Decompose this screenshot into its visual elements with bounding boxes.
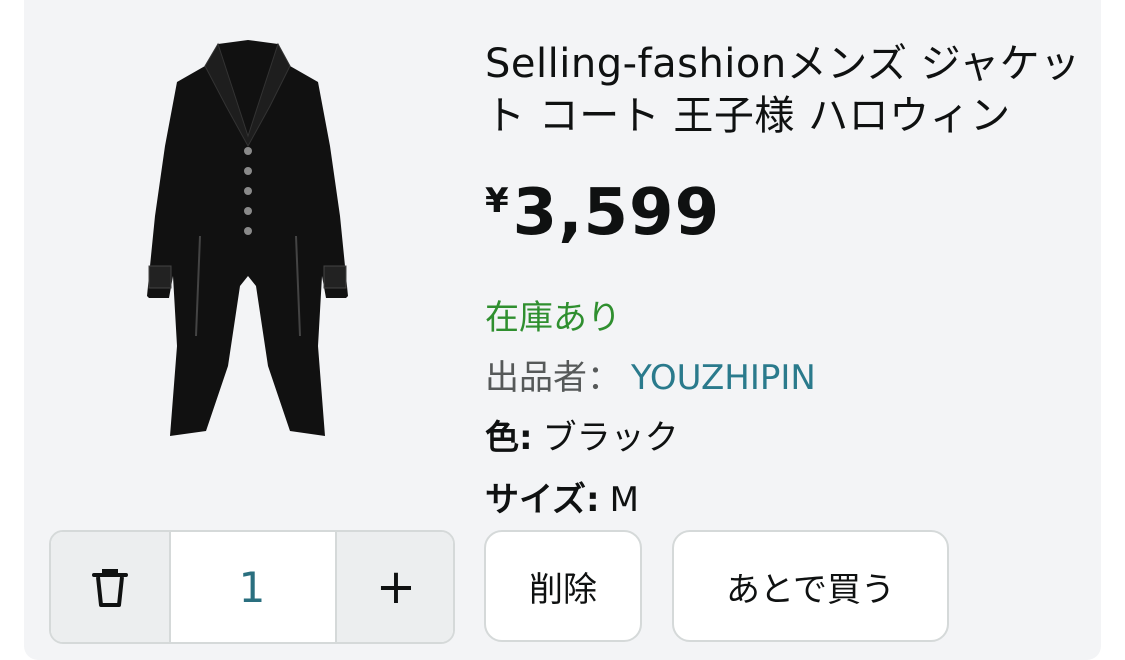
size-label: サイズ: bbox=[485, 480, 600, 520]
delete-button[interactable]: 削除 bbox=[484, 530, 642, 642]
delete-quantity-button[interactable] bbox=[51, 532, 171, 642]
quantity-value[interactable]: 1 bbox=[171, 532, 333, 642]
increase-quantity-button[interactable]: + bbox=[335, 532, 453, 642]
price-amount: 3,599 bbox=[512, 176, 721, 250]
color-attribute: 色: ブラック bbox=[485, 410, 679, 459]
seller-info: 出品者： YOUZHIPIN bbox=[485, 350, 816, 399]
color-value: ブラック bbox=[542, 418, 679, 458]
color-label: 色: bbox=[485, 418, 533, 458]
seller-label: 出品者： bbox=[485, 358, 621, 398]
product-title[interactable]: Selling-fashionメンズ ジャケット コート 王子様 ハロウィン bbox=[485, 38, 1085, 142]
quantity-stepper: 1 + bbox=[49, 530, 455, 644]
size-attribute: サイズ: M bbox=[485, 472, 639, 521]
product-image[interactable] bbox=[140, 36, 355, 446]
seller-link[interactable]: YOUZHIPIN bbox=[631, 358, 816, 398]
stock-status: 在庫あり bbox=[485, 298, 621, 338]
save-for-later-button[interactable]: あとで買う bbox=[672, 530, 949, 642]
size-value: M bbox=[609, 480, 639, 520]
product-price: ¥3,599 bbox=[485, 176, 720, 250]
trash-icon bbox=[92, 569, 128, 607]
price-currency: ¥ bbox=[485, 181, 509, 221]
